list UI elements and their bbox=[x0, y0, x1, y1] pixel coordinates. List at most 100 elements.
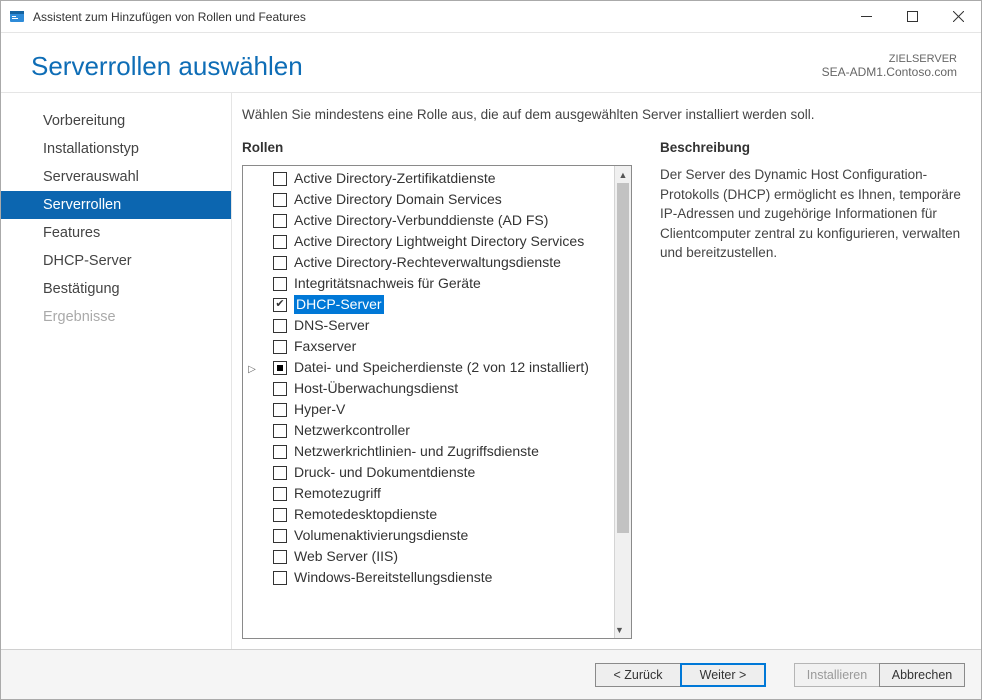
role-item[interactable]: DHCP-Server bbox=[245, 294, 613, 315]
role-item[interactable]: Netzwerkcontroller bbox=[245, 420, 613, 441]
target-server-name: SEA-ADM1.Contoso.com bbox=[822, 65, 957, 79]
nav-item[interactable]: Bestätigung bbox=[1, 275, 231, 303]
nav-item: Ergebnisse bbox=[1, 303, 231, 331]
role-item[interactable]: Host-Überwachungsdienst bbox=[245, 378, 613, 399]
main-panel: Wählen Sie mindestens eine Rolle aus, di… bbox=[231, 93, 981, 649]
nav-item[interactable]: Serverauswahl bbox=[1, 163, 231, 191]
target-info: ZIELSERVER SEA-ADM1.Contoso.com bbox=[822, 53, 957, 79]
role-checkbox[interactable] bbox=[273, 235, 287, 249]
role-checkbox[interactable] bbox=[273, 487, 287, 501]
role-checkbox[interactable] bbox=[273, 319, 287, 333]
roles-column: Rollen Active Directory-Zertifikatdienst… bbox=[242, 140, 632, 639]
role-label: Integritätsnachweis für Geräte bbox=[294, 274, 481, 293]
close-button[interactable] bbox=[935, 1, 981, 32]
role-checkbox[interactable] bbox=[273, 571, 287, 585]
description-heading: Beschreibung bbox=[660, 140, 963, 155]
role-label: Remotezugriff bbox=[294, 484, 381, 503]
role-item[interactable]: Remotedesktopdienste bbox=[245, 504, 613, 525]
role-label: Netzwerkcontroller bbox=[294, 421, 410, 440]
role-checkbox[interactable] bbox=[273, 298, 287, 312]
next-button[interactable]: Weiter > bbox=[680, 663, 766, 687]
expand-arrow-icon[interactable]: ▷ bbox=[245, 360, 259, 379]
role-item[interactable]: Active Directory Lightweight Directory S… bbox=[245, 231, 613, 252]
role-label: Web Server (IIS) bbox=[294, 547, 398, 566]
description-text: Der Server des Dynamic Host Configuratio… bbox=[660, 165, 963, 263]
scroll-up-button[interactable]: ▲ bbox=[615, 166, 631, 183]
minimize-button[interactable] bbox=[843, 1, 889, 32]
app-icon bbox=[9, 9, 25, 25]
role-item[interactable]: Active Directory Domain Services bbox=[245, 189, 613, 210]
description-column: Beschreibung Der Server des Dynamic Host… bbox=[660, 140, 963, 639]
role-item[interactable]: Hyper-V bbox=[245, 399, 613, 420]
role-label: Faxserver bbox=[294, 337, 356, 356]
footer-bar: < Zurück Weiter > Installieren Abbrechen bbox=[1, 649, 981, 699]
role-item[interactable]: Windows-Bereitstellungsdienste bbox=[245, 567, 613, 588]
role-checkbox[interactable] bbox=[273, 214, 287, 228]
role-checkbox[interactable] bbox=[273, 403, 287, 417]
role-label: Active Directory-Verbunddienste (AD FS) bbox=[294, 211, 548, 230]
role-item[interactable]: DNS-Server bbox=[245, 315, 613, 336]
page-header: Serverrollen auswählen ZIELSERVER SEA-AD… bbox=[1, 33, 981, 92]
nav-item[interactable]: DHCP-Server bbox=[1, 247, 231, 275]
role-item[interactable]: Web Server (IIS) bbox=[245, 546, 613, 567]
role-checkbox[interactable] bbox=[273, 340, 287, 354]
titlebar: Assistent zum Hinzufügen von Rollen und … bbox=[1, 1, 981, 33]
role-item[interactable]: Active Directory-Verbunddienste (AD FS) bbox=[245, 210, 613, 231]
role-item[interactable]: Active Directory-Zertifikatdienste bbox=[245, 168, 613, 189]
role-label: Netzwerkrichtlinien- und Zugriffsdienste bbox=[294, 442, 539, 461]
maximize-button[interactable] bbox=[889, 1, 935, 32]
page-title: Serverrollen auswählen bbox=[31, 51, 822, 82]
role-label: Active Directory Domain Services bbox=[294, 190, 502, 209]
nav-item[interactable]: Vorbereitung bbox=[1, 107, 231, 135]
nav-button-group: < Zurück Weiter > bbox=[595, 663, 766, 687]
role-label: Remotedesktopdienste bbox=[294, 505, 437, 524]
role-checkbox[interactable] bbox=[273, 256, 287, 270]
role-item[interactable]: Active Directory-Rechteverwaltungsdienst… bbox=[245, 252, 613, 273]
cancel-button[interactable]: Abbrechen bbox=[879, 663, 965, 687]
roles-listbox-frame: Active Directory-Zertifikatdienste Active… bbox=[242, 165, 632, 639]
instruction-text: Wählen Sie mindestens eine Rolle aus, di… bbox=[242, 107, 963, 122]
nav-item[interactable]: Installationstyp bbox=[1, 135, 231, 163]
wizard-nav: VorbereitungInstallationstypServerauswah… bbox=[1, 93, 231, 649]
role-item[interactable]: Faxserver bbox=[245, 336, 613, 357]
role-item[interactable]: Integritätsnachweis für Geräte bbox=[245, 273, 613, 294]
role-item[interactable]: Volumenaktivierungsdienste bbox=[245, 525, 613, 546]
action-button-group: Installieren Abbrechen bbox=[794, 663, 965, 687]
role-checkbox[interactable] bbox=[273, 445, 287, 459]
back-button[interactable]: < Zurück bbox=[595, 663, 681, 687]
role-checkbox[interactable] bbox=[273, 172, 287, 186]
role-checkbox[interactable] bbox=[273, 424, 287, 438]
role-checkbox[interactable] bbox=[273, 550, 287, 564]
role-checkbox[interactable] bbox=[273, 508, 287, 522]
install-button[interactable]: Installieren bbox=[794, 663, 880, 687]
nav-item[interactable]: Features bbox=[1, 219, 231, 247]
role-label: Active Directory-Zertifikatdienste bbox=[294, 169, 496, 188]
role-item[interactable]: Netzwerkrichtlinien- und Zugriffsdienste bbox=[245, 441, 613, 462]
target-label: ZIELSERVER bbox=[822, 53, 957, 65]
role-label: Hyper-V bbox=[294, 400, 345, 419]
role-checkbox[interactable] bbox=[273, 466, 287, 480]
role-checkbox[interactable] bbox=[273, 382, 287, 396]
role-checkbox[interactable] bbox=[273, 529, 287, 543]
role-checkbox[interactable] bbox=[273, 193, 287, 207]
role-label: DHCP-Server bbox=[294, 295, 384, 314]
role-label: DNS-Server bbox=[294, 316, 369, 335]
role-checkbox[interactable] bbox=[273, 277, 287, 291]
role-label: Host-Überwachungsdienst bbox=[294, 379, 458, 398]
scroll-track[interactable] bbox=[615, 183, 631, 621]
scrollbar[interactable]: ▲ ▼ bbox=[614, 166, 631, 638]
role-item[interactable]: Remotezugriff bbox=[245, 483, 613, 504]
scroll-thumb[interactable] bbox=[617, 183, 629, 533]
role-item[interactable]: Druck- und Dokumentdienste bbox=[245, 462, 613, 483]
content-area: Serverrollen auswählen ZIELSERVER SEA-AD… bbox=[1, 33, 981, 649]
scroll-down-button[interactable]: ▼ bbox=[615, 621, 624, 638]
nav-item[interactable]: Serverrollen bbox=[1, 191, 231, 219]
role-checkbox[interactable] bbox=[273, 361, 287, 375]
window-title: Assistent zum Hinzufügen von Rollen und … bbox=[33, 10, 843, 24]
panel-row: Rollen Active Directory-Zertifikatdienst… bbox=[242, 140, 963, 639]
role-label: Windows-Bereitstellungsdienste bbox=[294, 568, 492, 587]
role-label: Volumenaktivierungsdienste bbox=[294, 526, 468, 545]
role-item[interactable]: ▷Datei- und Speicherdienste (2 von 12 in… bbox=[245, 357, 613, 378]
wizard-window: Assistent zum Hinzufügen von Rollen und … bbox=[0, 0, 982, 700]
roles-listbox[interactable]: Active Directory-Zertifikatdienste Active… bbox=[245, 168, 613, 636]
